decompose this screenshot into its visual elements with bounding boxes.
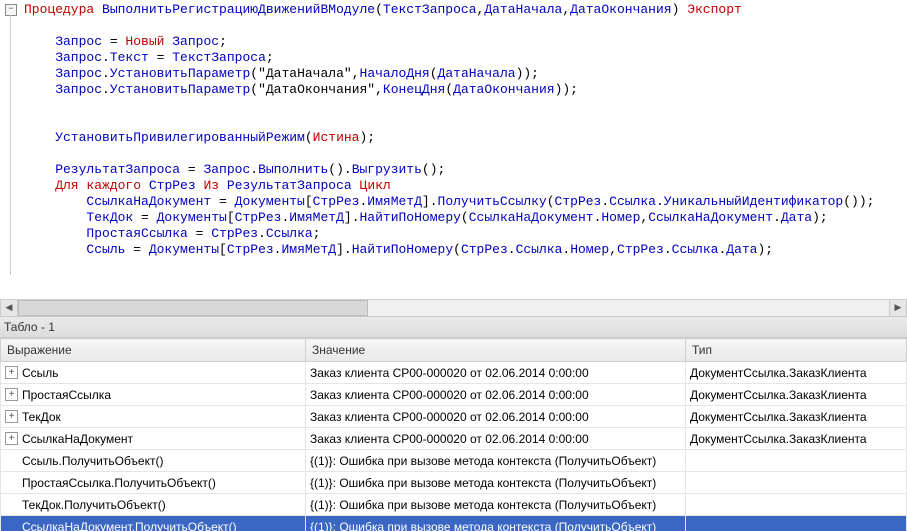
watch-grid[interactable]: Выражение Значение Тип + Ссыль Заказ клиен… — [0, 338, 907, 531]
watch-value: Заказ клиента СР00-000020 от 02.06.2014 … — [306, 362, 686, 384]
watch-value: {(1)}: Ошибка при вызове метода контекст… — [306, 516, 686, 531]
code-editor[interactable]: − Процедура ВыполнитьРегистрациюДвижений… — [0, 0, 907, 299]
watch-expression: СсылкаНаДокумент.ПолучитьОбъект() — [22, 520, 237, 531]
watch-row[interactable]: ТекДок.ПолучитьОбъект() {(1)}: Ошибка при… — [1, 494, 907, 516]
watch-expression: ТекДок — [22, 410, 61, 424]
watch-expression: Ссыль.ПолучитьОбъект() — [22, 454, 163, 468]
watch-value: {(1)}: Ошибка при вызове метода контекст… — [306, 472, 686, 494]
watch-row[interactable]: + ТекДок Заказ клиента СР00-000020 от 02.0… — [1, 406, 907, 428]
watch-type — [686, 450, 907, 472]
watch-row[interactable]: Ссыль.ПолучитьОбъект() {(1)}: Ошибка при … — [1, 450, 907, 472]
scroll-right-icon[interactable]: ▶ — [889, 300, 907, 316]
col-expression[interactable]: Выражение — [1, 339, 306, 362]
expand-icon[interactable]: + — [5, 410, 18, 423]
expand-icon[interactable]: + — [5, 432, 18, 445]
watch-row[interactable]: + СсылкаНаДокумент Заказ клиента СР00-0000… — [1, 428, 907, 450]
watch-expression: ПростаяСсылка.ПолучитьОбъект() — [22, 476, 216, 490]
watch-value: Заказ клиента СР00-000020 от 02.06.2014 … — [306, 384, 686, 406]
watch-type: ДокументСсылка.ЗаказКлиента — [686, 362, 907, 384]
scroll-track[interactable] — [18, 300, 889, 316]
watch-expression: ТекДок.ПолучитьОбъект() — [22, 498, 166, 512]
watch-type — [686, 516, 907, 531]
editor-hscrollbar[interactable]: ◀ ▶ — [0, 299, 907, 316]
watch-type: ДокументСсылка.ЗаказКлиента — [686, 428, 907, 450]
watch-panel: Табло - 1 Выражение Значение Тип + Ссыль З… — [0, 316, 907, 531]
watch-row[interactable]: СсылкаНаДокумент.ПолучитьОбъект() {(1)}: … — [1, 516, 907, 531]
code-text[interactable]: Процедура ВыполнитьРегистрациюДвиженийВМ… — [24, 2, 874, 258]
watch-type — [686, 472, 907, 494]
col-value[interactable]: Значение — [306, 339, 686, 362]
panel-title: Табло - 1 — [0, 316, 907, 338]
watch-value: Заказ клиента СР00-000020 от 02.06.2014 … — [306, 406, 686, 428]
fold-toggle[interactable]: − — [5, 4, 17, 16]
expand-icon[interactable]: + — [5, 388, 18, 401]
scroll-left-icon[interactable]: ◀ — [0, 300, 18, 316]
watch-value: Заказ клиента СР00-000020 от 02.06.2014 … — [306, 428, 686, 450]
watch-value: {(1)}: Ошибка при вызове метода контекст… — [306, 450, 686, 472]
scroll-thumb[interactable] — [18, 300, 368, 316]
watch-expression: ПростаяСсылка — [22, 388, 111, 402]
watch-expression: Ссыль — [22, 366, 59, 380]
fold-guide — [10, 15, 11, 275]
col-type[interactable]: Тип — [686, 339, 907, 362]
expand-icon[interactable]: + — [5, 366, 18, 379]
watch-type: ДокументСсылка.ЗаказКлиента — [686, 384, 907, 406]
watch-value: {(1)}: Ошибка при вызове метода контекст… — [306, 494, 686, 516]
watch-row[interactable]: + ПростаяСсылка Заказ клиента СР00-000020 … — [1, 384, 907, 406]
watch-row[interactable]: ПростаяСсылка.ПолучитьОбъект() {(1)}: Оши… — [1, 472, 907, 494]
watch-type — [686, 494, 907, 516]
watch-header-row: Выражение Значение Тип — [1, 339, 907, 362]
watch-row[interactable]: + Ссыль Заказ клиента СР00-000020 от 02.06… — [1, 362, 907, 384]
watch-type: ДокументСсылка.ЗаказКлиента — [686, 406, 907, 428]
watch-expression: СсылкаНаДокумент — [22, 432, 133, 446]
